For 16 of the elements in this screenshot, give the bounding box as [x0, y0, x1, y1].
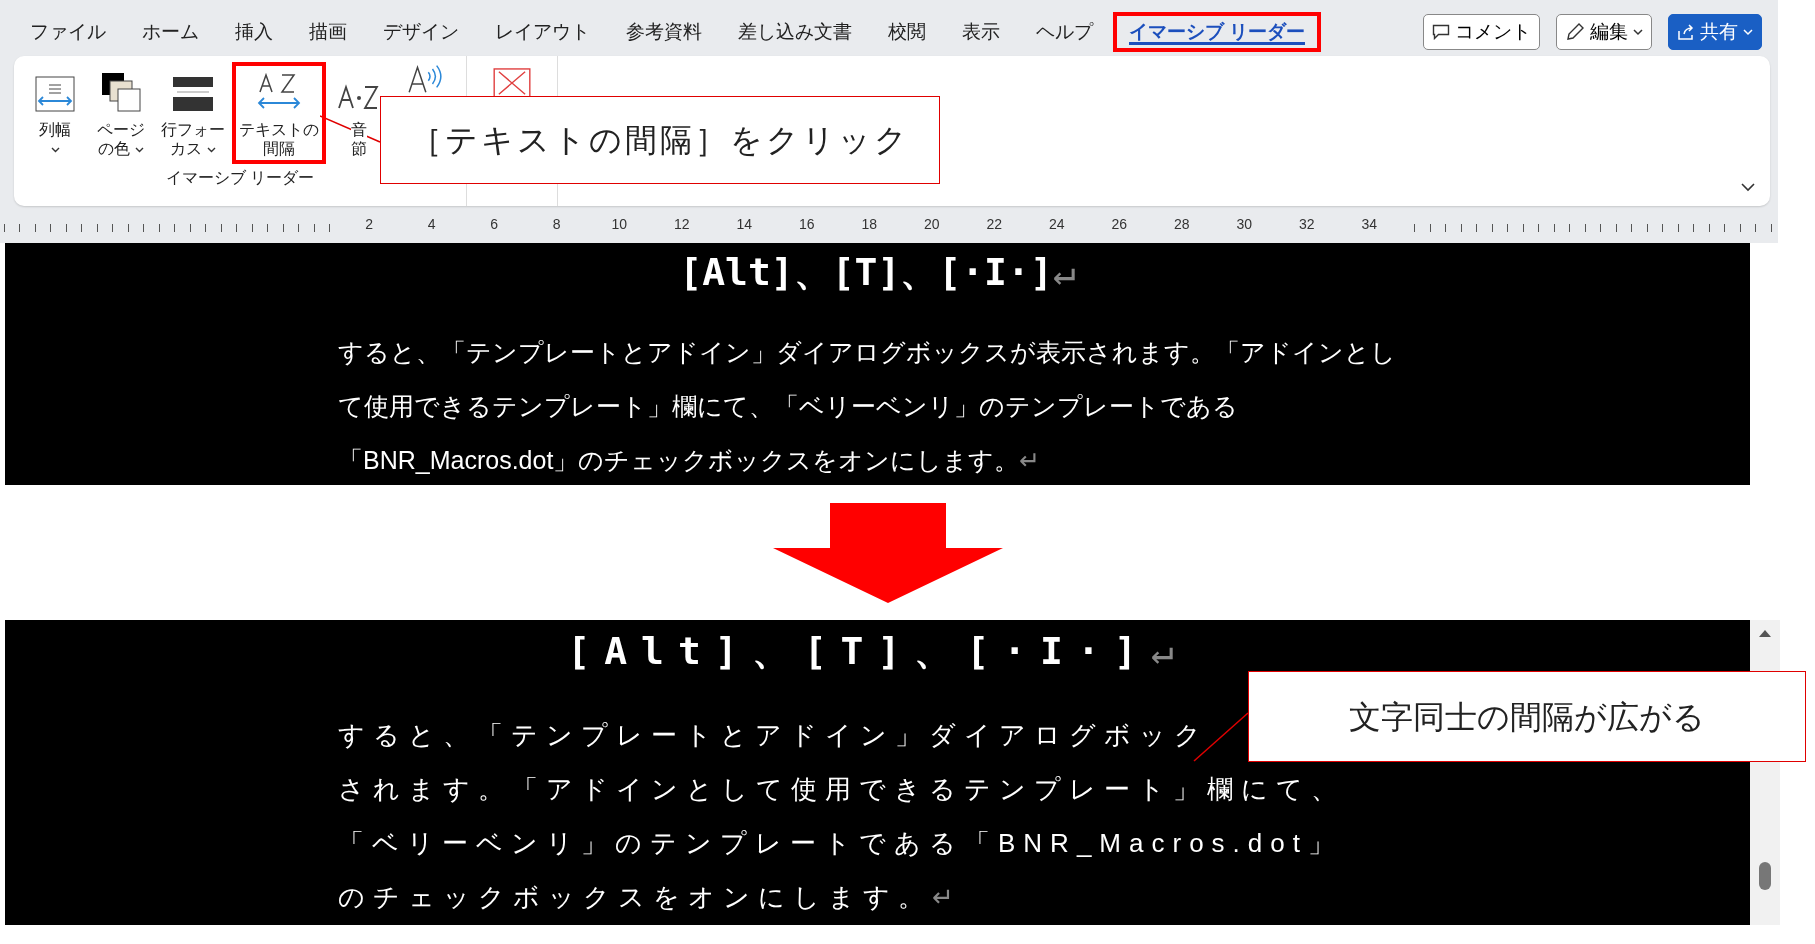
document-text-line: すると、「テンプレートとアドイン」ダイアログボックスが表示されます。「アドインとし	[338, 337, 1396, 368]
document-text-line: のチェックボックスをオンにします。↵	[338, 881, 962, 914]
document-text-line: すると、「テンプレートとアドイン」ダイアログボック	[338, 719, 1209, 752]
paragraph-mark: ↵	[1052, 250, 1076, 294]
document-text-line: 「ベリーベンリ」のテンプレートである「BNR_Macros.dot」	[338, 827, 1342, 860]
document-text-line: されます。「アドインとして使用できるテンプレート」欄にて、	[338, 773, 1345, 806]
document-text-line: て使用できるテンプレート」欄にて、「ベリーベンリ」のテンプレートである	[338, 391, 1238, 422]
document-text-line: 「BNR_Macros.dot」のチェックボックスをオンにします。↵	[338, 445, 1041, 476]
paragraph-mark: ↵	[932, 882, 962, 912]
group-label: イマーシブ リーダー	[165, 168, 315, 189]
document-heading: [Alt]、[T]、[·I·]↵	[566, 628, 1189, 675]
annotation-tooltip: 文字同士の間隔が広がる	[1248, 671, 1806, 762]
paragraph-mark: ↵	[1150, 629, 1188, 673]
document-heading: [Alt]、[T]、[·I·]↵	[678, 249, 1077, 296]
annotation-tooltip: ［テキストの間隔］をクリック	[380, 96, 940, 184]
paragraph-mark: ↵	[1019, 446, 1041, 474]
